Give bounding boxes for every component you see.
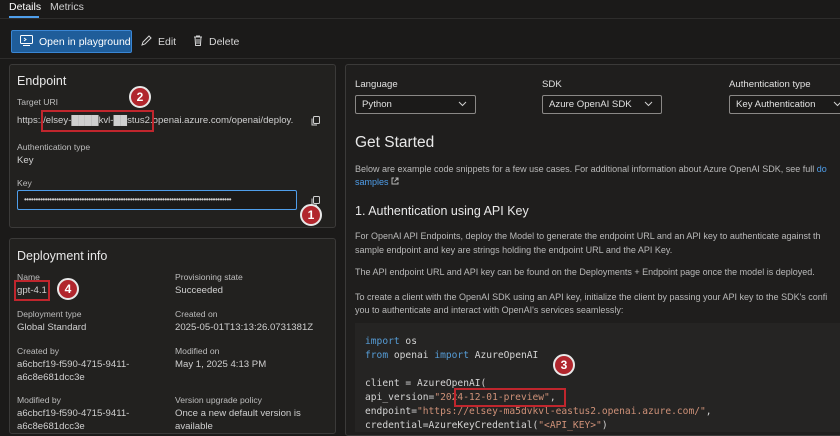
code-line-6: credential=AzureKeyCredential("<API_KEY>… xyxy=(365,420,608,431)
edit-label: Edit xyxy=(158,36,177,48)
annotation-box-target-uri xyxy=(41,110,154,132)
created-by-value-line1: a6cbcf19-f590-4715-9411- xyxy=(17,359,130,370)
delete-label: Delete xyxy=(209,36,240,48)
section-heading: 1. Authentication using API Key xyxy=(355,204,529,218)
chevron-down-icon xyxy=(833,99,840,109)
intro-text-line2: samples xyxy=(355,175,399,190)
annotation-badge-2: 2 xyxy=(129,86,151,108)
open-in-playground-button[interactable]: Open in playground xyxy=(11,30,132,53)
upgrade-policy-label: Version upgrade policy xyxy=(175,395,262,405)
modified-by-value-line1: a6cbcf19-f590-4715-9411- xyxy=(17,408,130,419)
delete-button[interactable]: Delete xyxy=(193,35,239,49)
tab-metrics[interactable]: Metrics xyxy=(50,1,84,13)
tabs-divider xyxy=(0,18,840,19)
playground-icon xyxy=(20,34,33,49)
language-label: Language xyxy=(355,79,398,90)
docs-link[interactable]: do xyxy=(817,164,827,174)
created-by-value-line2: a6c8e681dcc3e xyxy=(17,372,85,383)
annotation-badge-1: 1 xyxy=(300,204,322,226)
samples-link[interactable]: samples xyxy=(355,177,389,187)
provisioning-state-value: Succeeded xyxy=(175,285,224,296)
annotation-box-api-version xyxy=(454,388,566,407)
modified-by-value-line2: a6c8e681dcc3e xyxy=(17,421,85,432)
upgrade-policy-value-line1: Once a new default version is xyxy=(175,408,301,419)
paragraph-1-line1: For OpenAI API Endpoints, deploy the Mod… xyxy=(355,231,821,241)
key-label: Key xyxy=(17,178,32,188)
edit-icon xyxy=(141,35,152,49)
external-link-icon xyxy=(391,177,399,187)
language-select[interactable]: Python xyxy=(355,95,476,114)
auth-type-select-label: Authentication type xyxy=(729,79,811,90)
annotation-box-name xyxy=(14,280,50,301)
auth-type-select-value: Key Authentication xyxy=(736,99,816,110)
key-field[interactable]: ••••••••••••••••••••••••••••••••••••••••… xyxy=(17,190,297,210)
modified-on-value: May 1, 2025 4:13 PM xyxy=(175,359,267,370)
created-on-value: 2025-05-01T13:13:26.0731381Z xyxy=(175,322,314,333)
language-select-value: Python xyxy=(362,99,392,110)
delete-icon xyxy=(193,35,203,49)
code-line-1: import os xyxy=(365,336,417,347)
created-on-label: Created on xyxy=(175,309,218,319)
edit-button[interactable]: Edit xyxy=(141,35,176,49)
modified-on-label: Modified on xyxy=(175,346,220,356)
deployment-info-title: Deployment info xyxy=(17,249,108,263)
chevron-down-icon xyxy=(458,99,467,109)
copy-icon[interactable] xyxy=(311,115,320,129)
auth-type-select[interactable]: Key Authentication xyxy=(729,95,840,114)
code-line-5: endpoint="https://elsey-ma5dvkvl-eastus2… xyxy=(365,406,712,417)
auth-type-label: Authentication type xyxy=(17,142,91,152)
sdk-label: SDK xyxy=(542,79,562,90)
tab-details[interactable]: Details xyxy=(9,1,41,13)
auth-type-value: Key xyxy=(17,155,34,166)
sdk-select-value: Azure OpenAI SDK xyxy=(549,99,632,110)
chevron-down-icon xyxy=(644,99,653,109)
paragraph-1-line2: sample endpoint and key are strings hold… xyxy=(355,245,673,255)
intro-line1: Below are example code snippets for a fe… xyxy=(355,164,815,174)
get-started-heading: Get Started xyxy=(355,134,435,151)
target-uri-label: Target URI xyxy=(17,97,59,107)
deployment-type-value: Global Standard xyxy=(17,322,87,333)
created-by-label: Created by xyxy=(17,346,60,356)
paragraph-3-line2: you to authenticate and interact with Op… xyxy=(355,305,624,315)
sdk-select[interactable]: Azure OpenAI SDK xyxy=(542,95,662,114)
deployment-type-label: Deployment type xyxy=(17,309,82,319)
endpoint-title: Endpoint xyxy=(17,74,67,88)
provisioning-state-label: Provisioning state xyxy=(175,272,243,282)
annotation-badge-3: 3 xyxy=(553,354,575,376)
open-in-playground-label: Open in playground xyxy=(39,35,131,48)
paragraph-2: The API endpoint URL and API key can be … xyxy=(355,267,815,277)
toolbar-divider xyxy=(0,58,840,59)
code-line-2: from openai import AzureOpenAI xyxy=(365,350,539,361)
intro-text: Below are example code snippets for a fe… xyxy=(355,162,827,177)
modified-by-label: Modified by xyxy=(17,395,61,405)
annotation-badge-4: 4 xyxy=(57,278,79,300)
upgrade-policy-value-line2: available xyxy=(175,421,213,432)
